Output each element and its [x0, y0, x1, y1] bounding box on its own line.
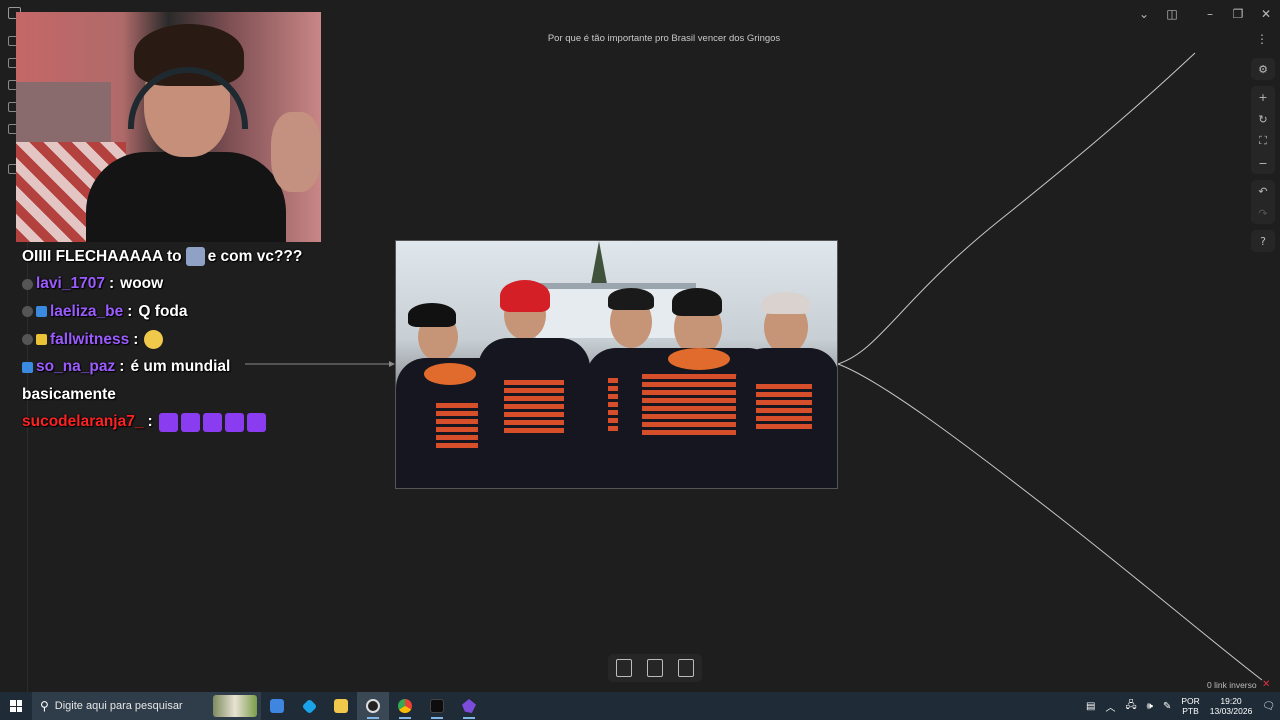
edge-top-right [837, 52, 1196, 365]
user-badge-icon [22, 306, 33, 318]
undo-icon[interactable]: ↶ [1251, 180, 1275, 202]
sub-badge-icon [36, 306, 47, 318]
obsidian-window: ⌄ ◫ – ❐ ✕ Por que é tão importante pro B… [0, 0, 1280, 692]
chat-message: laeliza_be: Q foda [22, 298, 322, 326]
chat-message: so_na_paz: é um mundial [22, 353, 322, 381]
chat-username: laeliza_be [50, 302, 124, 320]
taskbar-app-blue[interactable] [293, 692, 325, 720]
chat-username: fallwitness [50, 330, 130, 348]
search-input[interactable] [54, 700, 215, 712]
taskbar-app-terminal[interactable] [421, 692, 453, 720]
zoom-in-icon[interactable]: + [1251, 86, 1275, 108]
help-icon[interactable]: ? [1251, 230, 1275, 252]
sub-badge-icon [22, 361, 33, 373]
chat-message: fallwitness: [22, 326, 322, 354]
emote-icon [202, 412, 222, 432]
network-icon[interactable]: 🖧 [1125, 698, 1136, 715]
webcam-overlay [16, 12, 321, 242]
search-icon: ⚲ [40, 699, 49, 713]
canvas-history-panel: ↶ ↷ [1251, 180, 1275, 224]
chat-text: Q foda [138, 302, 188, 320]
bits-badge-icon [36, 334, 47, 346]
new-note-icon[interactable] [615, 659, 632, 677]
windows-taskbar: ⚲ ▤ ︿ 🖧 🕪 ✎ PORPTB 19:2013/03/2026 🗨 [0, 692, 1280, 720]
settings-icon[interactable]: ⚙ [1251, 58, 1275, 80]
chat-message: lavi_1707: woow [22, 271, 322, 299]
chat-message: OIIII FLECHAAAAA to e com vc??? [22, 243, 322, 271]
chat-message: basicamente [22, 381, 322, 409]
backlinks-status[interactable]: 0 link inverso [1207, 680, 1257, 690]
close-icon[interactable]: ✕ [1252, 0, 1280, 28]
user-badge-icon [22, 278, 33, 290]
canvas-help-panel: ? [1251, 230, 1275, 252]
pen-icon[interactable]: ✎ [1163, 701, 1171, 712]
chat-username: lavi_1707 [36, 275, 105, 293]
taskbar-chrome[interactable] [389, 692, 421, 720]
tray-expand-icon[interactable]: ︿ [1105, 699, 1115, 714]
restore-icon[interactable]: ❐ [1224, 0, 1252, 28]
chat-text: OIIII FLECHAAAAA to [22, 247, 182, 265]
window-controls: ⌄ ◫ – ❐ ✕ [1130, 0, 1280, 28]
emote-icon [180, 412, 200, 432]
emote-icon [144, 330, 164, 350]
chat-text: woow [120, 275, 164, 293]
redo-icon[interactable]: ↷ [1251, 202, 1275, 224]
news-icon[interactable]: ▤ [1086, 701, 1095, 712]
minimize-icon[interactable]: – [1196, 0, 1224, 28]
photo-person [478, 260, 590, 488]
emote-icon [158, 412, 178, 432]
edge-bottom-right [837, 363, 1263, 681]
taskbar-file-explorer[interactable] [325, 692, 357, 720]
sync-error-icon[interactable]: ✕ [1262, 679, 1270, 690]
canvas-settings-panel: ⚙ [1251, 58, 1275, 80]
more-options-icon[interactable]: ⋮ [1256, 32, 1268, 46]
windows-logo-icon [10, 700, 22, 712]
fit-icon[interactable]: ⛶ [1251, 130, 1275, 152]
chat-text: e com vc??? [207, 247, 303, 265]
system-tray: ▤ ︿ 🖧 🕪 ✎ POR PTB 19:20 13/03/2026 🗨 [1081, 692, 1280, 720]
notifications-icon[interactable]: 🗨 [1262, 701, 1275, 712]
new-media-icon[interactable] [678, 659, 695, 677]
emote-icon [246, 412, 266, 432]
chevron-down-icon[interactable]: ⌄ [1130, 0, 1158, 28]
zoom-out-icon[interactable]: − [1251, 152, 1275, 174]
sidebar-toggle-icon[interactable]: ◫ [1158, 0, 1186, 28]
chat-text: é um mundial [130, 358, 231, 376]
language-indicator[interactable]: POR PTB [1181, 696, 1199, 716]
chat-text: basicamente [22, 385, 116, 403]
search-highlight-image[interactable] [213, 695, 257, 717]
emote-icon [185, 247, 205, 267]
new-file-icon[interactable] [646, 659, 663, 677]
taskbar-obs[interactable] [357, 692, 389, 720]
taskbar-search[interactable]: ⚲ [32, 692, 261, 720]
canvas-zoom-panel: + ↻ ⛶ − [1251, 86, 1275, 174]
clock[interactable]: 19:20 13/03/2026 [1210, 696, 1253, 716]
taskbar-app-store[interactable] [261, 692, 293, 720]
canvas-image-node[interactable] [395, 240, 838, 489]
chat-username: so_na_paz [36, 358, 116, 376]
start-button[interactable] [0, 692, 32, 720]
chat-username: sucodelaranja7_ [22, 413, 144, 431]
stream-chat-overlay: OIIII FLECHAAAAA to e com vc??? lavi_170… [22, 243, 322, 436]
user-badge-icon [22, 334, 33, 346]
volume-icon[interactable]: 🕪 [1147, 701, 1153, 712]
taskbar-obsidian[interactable] [453, 692, 485, 720]
chat-message: sucodelaranja7_: [22, 409, 322, 437]
reset-icon[interactable]: ↻ [1251, 108, 1275, 130]
canvas-bottom-toolbar [608, 654, 702, 682]
emote-icon [224, 412, 244, 432]
photo-person [736, 288, 837, 488]
